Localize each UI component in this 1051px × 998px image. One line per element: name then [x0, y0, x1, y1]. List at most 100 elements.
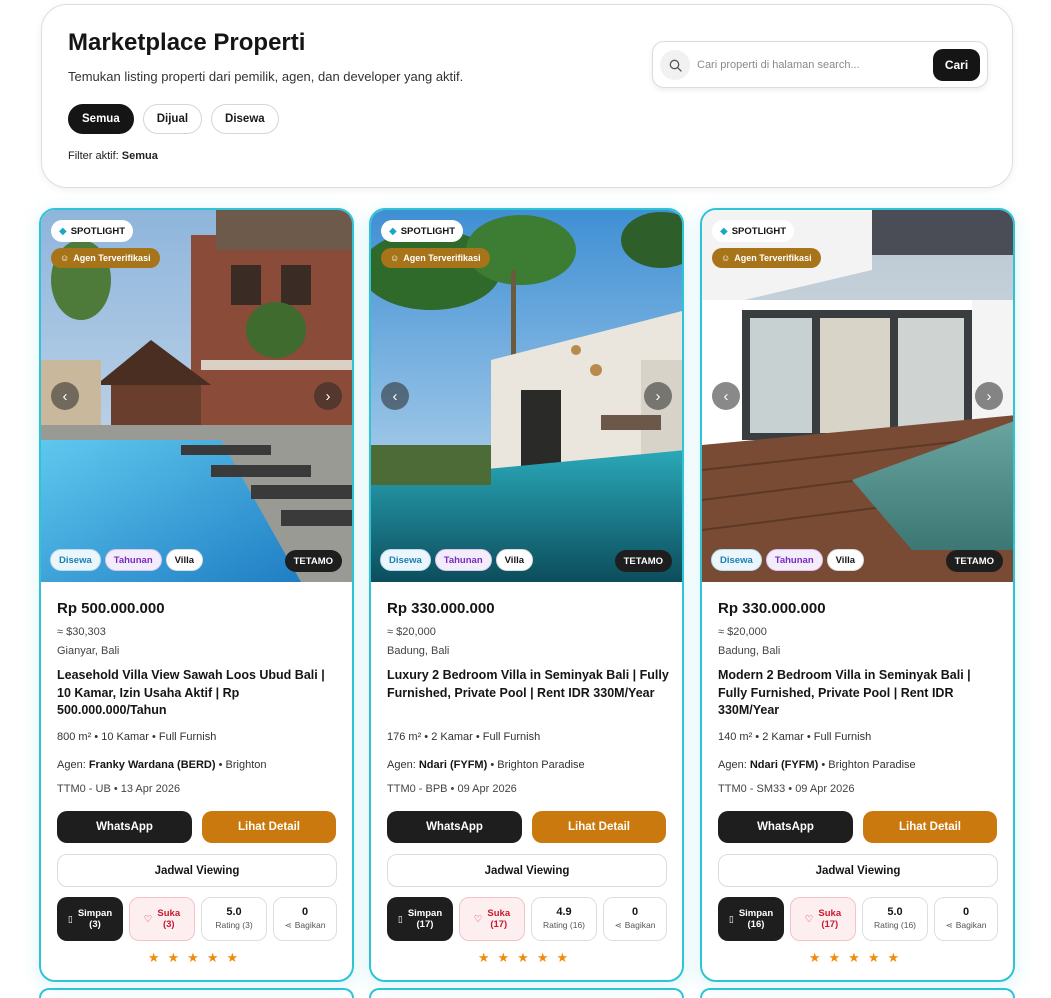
agent-name[interactable]: Ndari (FYFM) — [419, 759, 487, 771]
verified-agent-label: Agen Terverifikasi — [734, 253, 812, 263]
primary-actions: WhatsApp Lihat Detail — [718, 811, 997, 843]
listing-title[interactable]: Luxury 2 Bedroom Villa in Seminyak Bali … — [387, 667, 669, 702]
bookmark-icon: ▯ — [728, 913, 734, 924]
search-icon — [660, 50, 690, 80]
detail-button[interactable]: Lihat Detail — [532, 811, 666, 843]
primary-actions: WhatsApp Lihat Detail — [57, 811, 336, 843]
detail-button[interactable]: Lihat Detail — [863, 811, 997, 843]
agent-info: Agen: Ndari (FYFM) • Brighton Paradise — [387, 759, 585, 771]
price: Rp 500.000.000 — [57, 600, 165, 617]
star-rating[interactable]: ★★★★★ — [718, 950, 998, 966]
filter-dijual[interactable]: Dijual — [142, 104, 203, 134]
filter-disewa[interactable]: Disewa — [211, 104, 279, 134]
star-rating[interactable]: ★★★★★ — [387, 950, 667, 966]
property-photo[interactable]: ◆ SPOTLIGHT ☺ Agen Terverifikasi ‹ › Dis… — [702, 210, 1013, 582]
rating-button[interactable]: 5.0 Rating (3) — [201, 897, 267, 941]
agent-info: Agen: Ndari (FYFM) • Brighton Paradise — [718, 759, 916, 771]
active-filter: Filter aktif: Semua — [68, 150, 158, 162]
chevron-left-icon[interactable]: ‹ — [712, 382, 740, 410]
like-button[interactable]: ♡ Suka (3) — [129, 897, 195, 941]
rating-count: Rating (16) — [542, 920, 586, 930]
like-label: Suka — [818, 908, 842, 919]
like-button[interactable]: ♡ Suka (17) — [790, 897, 856, 941]
property-card[interactable]: ◆ SPOTLIGHT ☺ Agen Terverifikasi ‹ › Dis… — [369, 208, 684, 982]
next-row-card-edge — [39, 988, 354, 998]
rating-button[interactable]: 4.9 Rating (16) — [531, 897, 597, 941]
price-usd: ≈ $20,000 — [718, 626, 767, 638]
property-card[interactable]: ◆ SPOTLIGHT ☺ Agen Terverifikasi ‹ › Dis… — [700, 208, 1015, 982]
gem-icon: ◆ — [59, 225, 67, 237]
agency-name: • Brighton — [218, 759, 267, 771]
whatsapp-button[interactable]: WhatsApp — [718, 811, 853, 843]
save-button[interactable]: ▯ Simpan (17) — [387, 897, 453, 941]
share-count: 0 — [631, 906, 639, 918]
chevron-left-icon[interactable]: ‹ — [51, 382, 79, 410]
tag-rent-period: Tahunan — [434, 549, 492, 571]
like-button[interactable]: ♡ Suka (17) — [459, 897, 525, 941]
filter-semua[interactable]: Semua — [68, 104, 134, 134]
agency-name: • Brighton Paradise — [490, 759, 585, 771]
price: Rp 330.000.000 — [387, 600, 495, 617]
listing-meta: TTM0 - UB • 13 Apr 2026 — [57, 783, 181, 795]
rating-button[interactable]: 5.0 Rating (16) — [862, 897, 928, 941]
next-row-card-edge — [369, 988, 684, 998]
save-count: (3) — [89, 919, 101, 930]
whatsapp-button[interactable]: WhatsApp — [387, 811, 522, 843]
star-rating[interactable]: ★★★★★ — [57, 950, 337, 966]
spotlight-label: SPOTLIGHT — [731, 225, 787, 237]
whatsapp-button[interactable]: WhatsApp — [57, 811, 192, 843]
share-button[interactable]: 0 ⋖ Bagikan — [603, 897, 667, 941]
listing-title[interactable]: Modern 2 Bedroom Villa in Seminyak Bali … — [718, 667, 1000, 720]
chevron-right-icon[interactable]: › — [644, 382, 672, 410]
primary-actions: WhatsApp Lihat Detail — [387, 811, 666, 843]
gem-icon: ◆ — [389, 225, 397, 237]
property-photo[interactable]: ◆ SPOTLIGHT ☺ Agen Terverifikasi ‹ › Dis… — [41, 210, 352, 582]
save-label: Simpan — [407, 908, 443, 919]
tag-property-type: Villa — [495, 549, 534, 571]
like-label: Suka — [157, 908, 181, 919]
heart-icon: ♡ — [473, 913, 483, 925]
like-label: Suka — [487, 908, 511, 919]
share-label: Bagikan — [624, 920, 656, 930]
source-badge: TETAMO — [945, 550, 1003, 572]
engagement-actions: ▯ Simpan (3) ♡ Suka (3) 5.0 Rating (3) 0 ⋖… — [57, 897, 337, 941]
search-button[interactable]: Cari — [933, 49, 980, 81]
agent-name[interactable]: Ndari (FYFM) — [750, 759, 818, 771]
spotlight-label: SPOTLIGHT — [70, 225, 126, 237]
heart-icon: ♡ — [143, 913, 153, 925]
source-badge: TETAMO — [284, 550, 342, 572]
schedule-viewing-button[interactable]: Jadwal Viewing — [387, 854, 667, 887]
verified-agent-badge: ☺ Agen Terverifikasi — [51, 248, 160, 268]
detail-button[interactable]: Lihat Detail — [202, 811, 336, 843]
schedule-viewing-button[interactable]: Jadwal Viewing — [57, 854, 337, 887]
verified-agent-icon: ☺ — [60, 253, 70, 263]
save-button[interactable]: ▯ Simpan (16) — [718, 897, 784, 941]
chevron-right-icon[interactable]: › — [975, 382, 1003, 410]
search-input[interactable] — [697, 54, 877, 76]
schedule-viewing-button[interactable]: Jadwal Viewing — [718, 854, 998, 887]
active-filter-label: Filter aktif: — [68, 150, 119, 162]
chevron-left-icon[interactable]: ‹ — [381, 382, 409, 410]
share-count: 0 — [301, 906, 309, 918]
property-card[interactable]: ◆ SPOTLIGHT ☺ Agen Terverifikasi ‹ › Dis… — [39, 208, 354, 982]
tag-rent-period: Tahunan — [104, 549, 162, 571]
save-button[interactable]: ▯ Simpan (3) — [57, 897, 123, 941]
price-usd: ≈ $20,000 — [387, 626, 436, 638]
chevron-right-icon[interactable]: › — [314, 382, 342, 410]
share-label: Bagikan — [294, 920, 326, 930]
engagement-actions: ▯ Simpan (16) ♡ Suka (17) 5.0 Rating (16) … — [718, 897, 998, 941]
property-photo[interactable]: ◆ SPOTLIGHT ☺ Agen Terverifikasi ‹ › Dis… — [371, 210, 682, 582]
share-button[interactable]: 0 ⋖ Bagikan — [934, 897, 998, 941]
property-tags: Disewa Tahunan Villa — [380, 549, 534, 571]
page-header: Marketplace Properti Temukan listing pro… — [41, 4, 1013, 188]
agent-label: Agen: — [57, 759, 86, 771]
property-tags: Disewa Tahunan Villa — [711, 549, 865, 571]
agent-name[interactable]: Franky Wardana (BERD) — [89, 759, 216, 771]
agent-label: Agen: — [387, 759, 416, 771]
share-count: 0 — [962, 906, 970, 918]
save-count: (16) — [747, 919, 765, 930]
spotlight-label: SPOTLIGHT — [400, 225, 456, 237]
heart-icon: ♡ — [804, 913, 814, 925]
share-button[interactable]: 0 ⋖ Bagikan — [273, 897, 337, 941]
listing-title[interactable]: Leasehold Villa View Sawah Loos Ubud Bal… — [57, 667, 339, 720]
